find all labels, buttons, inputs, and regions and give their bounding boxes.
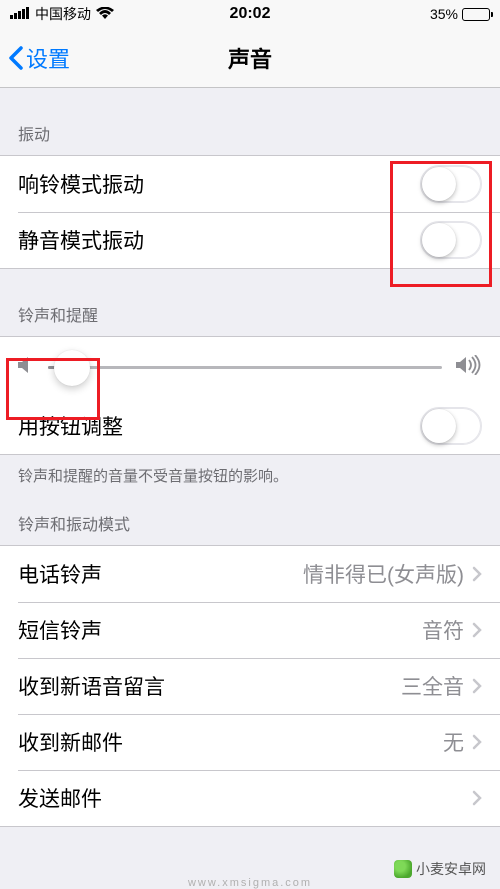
section-header-vibration: 振动 bbox=[0, 88, 500, 155]
speaker-high-icon bbox=[456, 355, 482, 380]
watermark: 小麦安卓网 bbox=[394, 859, 486, 879]
battery-percent: 35% bbox=[430, 6, 458, 22]
new-voicemail-value: 三全音 bbox=[401, 671, 464, 701]
watermark-text: 小麦安卓网 bbox=[416, 859, 486, 879]
ring-vibrate-cell: 响铃模式振动 bbox=[0, 156, 500, 212]
patterns-group: 电话铃声 情非得已(女声版) 短信铃声 音符 收到新语音留言 三全音 收到新邮件… bbox=[0, 545, 500, 827]
back-button[interactable]: 设置 bbox=[0, 42, 70, 74]
section-header-patterns: 铃声和振动模式 bbox=[0, 491, 500, 545]
battery-icon bbox=[462, 8, 490, 21]
speaker-low-icon bbox=[18, 355, 34, 380]
change-with-buttons-label: 用按钮调整 bbox=[18, 411, 123, 441]
ring-vibrate-toggle[interactable] bbox=[420, 165, 482, 203]
silent-vibrate-label: 静音模式振动 bbox=[18, 225, 144, 255]
volume-slider[interactable] bbox=[48, 366, 442, 369]
back-label: 设置 bbox=[26, 42, 70, 74]
new-voicemail-label: 收到新语音留言 bbox=[18, 671, 165, 701]
sent-mail-cell[interactable]: 发送邮件 bbox=[0, 770, 500, 826]
carrier-label: 中国移动 bbox=[35, 4, 91, 24]
ringtone-value: 情非得已(女声版) bbox=[303, 559, 464, 589]
ringtone-label: 电话铃声 bbox=[18, 559, 102, 589]
text-tone-value: 音符 bbox=[422, 615, 464, 645]
status-right: 35% bbox=[430, 6, 490, 22]
text-tone-cell[interactable]: 短信铃声 音符 bbox=[0, 602, 500, 658]
new-mail-cell[interactable]: 收到新邮件 无 bbox=[0, 714, 500, 770]
page-title: 声音 bbox=[228, 42, 272, 74]
silent-vibrate-toggle[interactable] bbox=[420, 221, 482, 259]
wifi-icon bbox=[96, 6, 114, 22]
chevron-right-icon bbox=[472, 734, 482, 750]
signal-icon bbox=[10, 6, 30, 22]
section-header-ringer: 铃声和提醒 bbox=[0, 269, 500, 336]
new-mail-value: 无 bbox=[443, 727, 464, 757]
chevron-right-icon bbox=[472, 678, 482, 694]
ringtone-cell[interactable]: 电话铃声 情非得已(女声版) bbox=[0, 546, 500, 602]
silent-vibrate-cell: 静音模式振动 bbox=[0, 212, 500, 268]
chevron-right-icon bbox=[472, 790, 482, 806]
slider-knob[interactable] bbox=[54, 350, 90, 386]
chevron-left-icon bbox=[8, 46, 24, 70]
text-tone-label: 短信铃声 bbox=[18, 615, 102, 645]
new-mail-label: 收到新邮件 bbox=[18, 727, 123, 757]
new-voicemail-cell[interactable]: 收到新语音留言 三全音 bbox=[0, 658, 500, 714]
nav-bar: 设置 声音 bbox=[0, 28, 500, 88]
sent-mail-label: 发送邮件 bbox=[18, 783, 102, 813]
change-with-buttons-toggle[interactable] bbox=[420, 407, 482, 445]
volume-slider-cell bbox=[0, 337, 500, 398]
change-with-buttons-cell: 用按钮调整 bbox=[0, 398, 500, 454]
chevron-right-icon bbox=[472, 622, 482, 638]
chevron-right-icon bbox=[472, 566, 482, 582]
status-time: 20:02 bbox=[230, 5, 271, 23]
ringer-group: 用按钮调整 bbox=[0, 336, 500, 455]
ring-vibrate-label: 响铃模式振动 bbox=[18, 169, 144, 199]
status-bar: 中国移动 20:02 35% bbox=[0, 0, 500, 28]
watermark-logo-icon bbox=[394, 860, 412, 878]
vibration-group: 响铃模式振动 静音模式振动 bbox=[0, 155, 500, 269]
status-left: 中国移动 bbox=[10, 4, 114, 24]
watermark-url: www.xmsigma.com bbox=[188, 877, 312, 889]
ringer-footer: 铃声和提醒的音量不受音量按钮的影响。 bbox=[0, 455, 500, 491]
